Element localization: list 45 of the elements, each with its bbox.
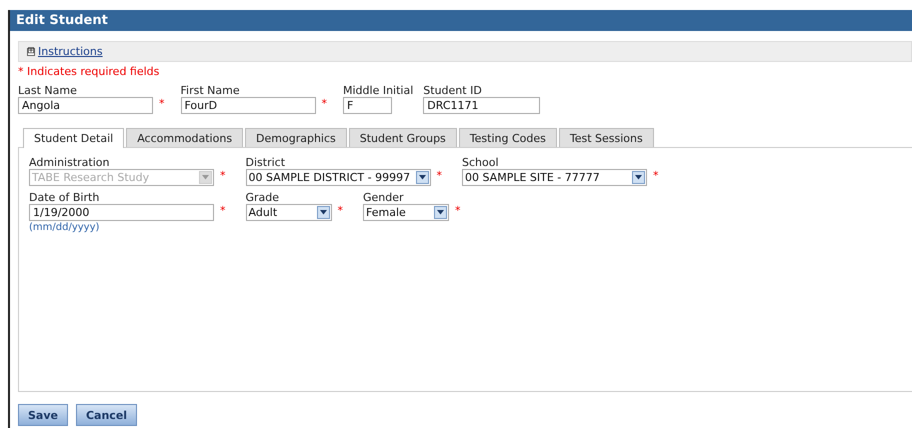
- field-label: Middle Initial: [343, 84, 414, 97]
- dropdown[interactable]: 00 SAMPLE SITE - 77777: [462, 169, 647, 186]
- save-button[interactable]: Save: [18, 404, 68, 426]
- field-label: Gender: [363, 191, 405, 204]
- required-mark: *: [455, 204, 460, 217]
- caret-icon: [418, 175, 426, 180]
- caret-icon: [202, 175, 209, 180]
- field-label: District: [246, 156, 286, 169]
- field-label: Student ID: [423, 84, 483, 97]
- tab[interactable]: Student Groups: [348, 128, 457, 147]
- required-mark: *: [322, 97, 327, 110]
- required-note: * Indicates required fields: [18, 65, 160, 78]
- cancel-button[interactable]: Cancel: [76, 404, 138, 426]
- field-label: Date of Birth: [29, 191, 100, 204]
- tab[interactable]: Test Sessions: [558, 128, 654, 147]
- field-label: Last Name: [18, 84, 78, 97]
- required-mark: *: [338, 204, 343, 217]
- caret-icon: [437, 210, 444, 215]
- dropdown[interactable]: Adult: [246, 204, 332, 221]
- window-title: Edit Student: [10, 10, 912, 31]
- dropdown[interactable]: Female: [363, 204, 449, 221]
- tab[interactable]: Testing Codes: [458, 128, 557, 147]
- required-mark: *: [436, 169, 442, 182]
- dropdown[interactable]: 00 SAMPLE DISTRICT - 99997: [246, 169, 430, 186]
- text-field[interactable]: 1/19/2000: [29, 204, 214, 221]
- tab[interactable]: Student Detail: [23, 128, 124, 148]
- field-label: Grade: [246, 191, 280, 204]
- text-field[interactable]: F: [343, 97, 392, 114]
- tab[interactable]: Accommodations: [126, 128, 244, 147]
- text-field[interactable]: FourD: [180, 97, 316, 114]
- required-mark: *: [220, 204, 226, 217]
- caret-icon: [635, 175, 642, 180]
- field-label: First Name: [180, 84, 241, 97]
- field-label: School: [462, 156, 500, 169]
- text-field[interactable]: DRC1171: [423, 97, 540, 114]
- text-field[interactable]: Angola: [18, 97, 153, 114]
- instructions-link[interactable]: Instructions: [38, 45, 103, 58]
- expand-icon[interactable]: ⊞: [27, 48, 35, 56]
- required-mark: *: [220, 169, 226, 182]
- required-mark: *: [653, 169, 658, 182]
- field-label: Administration: [29, 156, 110, 169]
- required-mark: *: [159, 97, 164, 110]
- caret-icon: [320, 210, 326, 215]
- tab[interactable]: Demographics: [245, 128, 347, 147]
- format-hint: (mm/dd/yyyy): [29, 222, 100, 233]
